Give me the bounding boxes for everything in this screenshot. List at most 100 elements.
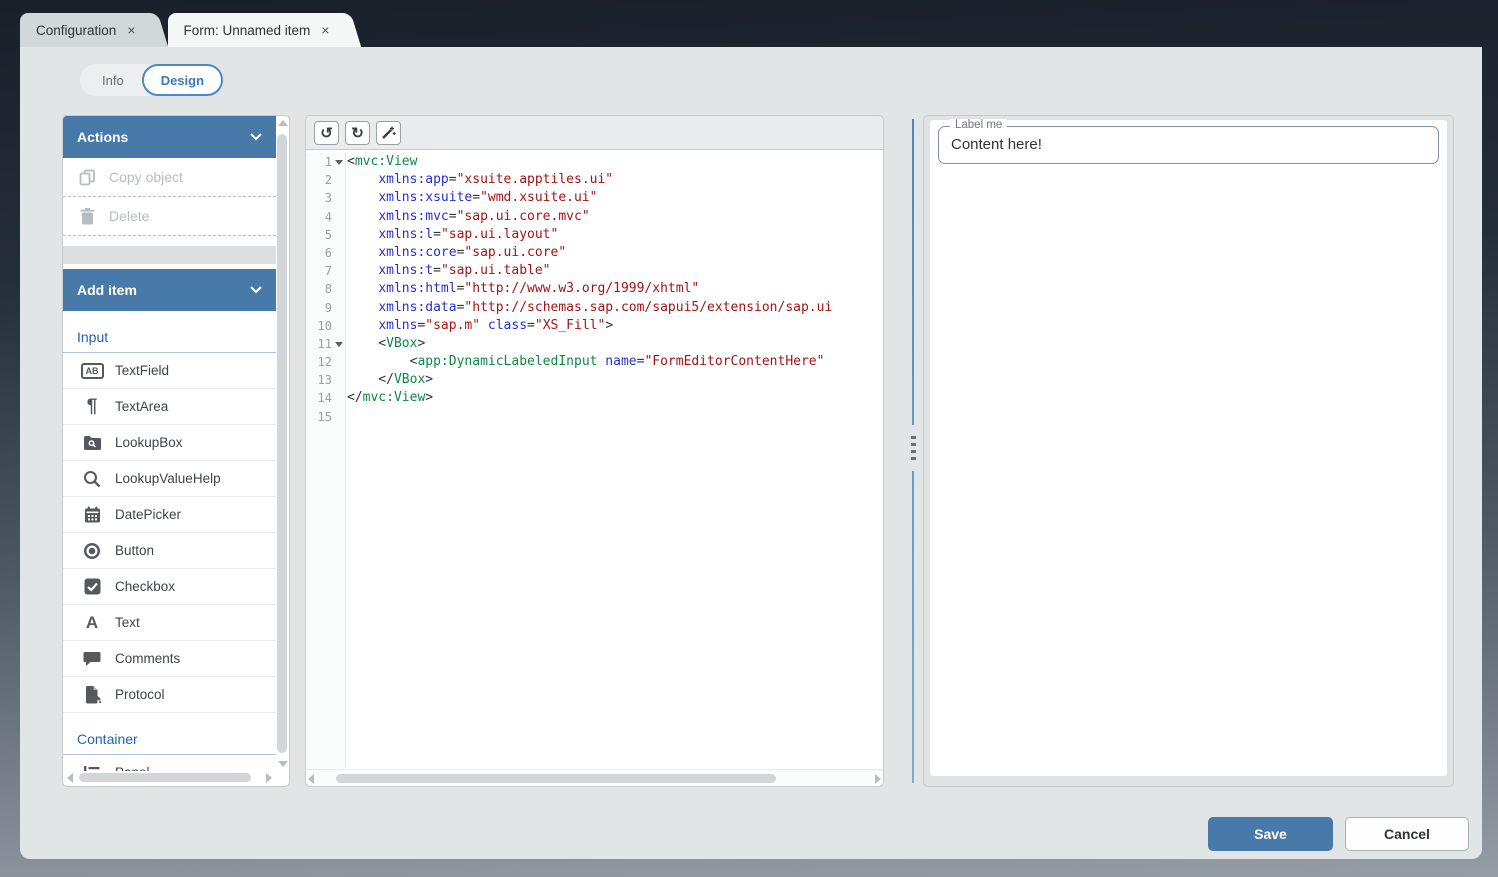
editor-horizontal-scrollbar[interactable] (306, 769, 883, 786)
lookupvaluehelp-icon (73, 470, 111, 488)
scrollbar-thumb[interactable] (79, 773, 251, 782)
redo-icon: ↻ (351, 124, 364, 142)
fold-caret-icon[interactable] (335, 160, 343, 165)
code-line (347, 408, 883, 426)
tab-bar: Configuration × Form: Unnamed item × (20, 13, 343, 47)
line-number: 13 (306, 371, 345, 389)
save-button[interactable]: Save (1208, 817, 1333, 851)
actions-section-header[interactable]: Actions (63, 116, 276, 158)
code-line: <app:DynamicLabeledInput name="FormEdito… (347, 353, 883, 371)
code-line: xmlns:l="sap.ui.layout" (347, 226, 883, 244)
text-icon: A (73, 614, 111, 631)
item-label: Comments (115, 651, 180, 666)
item-label: Button (115, 543, 154, 558)
auto-format-button[interactable] (376, 121, 401, 145)
sidebar-horizontal-scrollbar[interactable] (65, 771, 274, 784)
field-label: Label me (950, 119, 1007, 131)
code-area[interactable]: 123456789101112131415 <mvc:View xmlns:ap… (306, 149, 883, 786)
line-number: 3 (306, 189, 345, 207)
add-item-protocol[interactable]: Protocol (63, 677, 276, 713)
add-item-panel[interactable]: Panel (63, 755, 276, 771)
add-item-comments[interactable]: Comments (63, 641, 276, 677)
action-label: Copy object (109, 169, 183, 185)
magic-wand-icon (381, 125, 396, 140)
scroll-right-arrow-icon[interactable] (266, 773, 272, 783)
line-number: 7 (306, 262, 345, 280)
panel-splitter[interactable] (904, 115, 922, 787)
add-item-textarea[interactable]: ¶TextArea (63, 389, 276, 425)
add-item-text[interactable]: A Text (63, 605, 276, 641)
scrollbar-thumb[interactable] (336, 774, 776, 783)
item-label: LookupValueHelp (115, 471, 221, 486)
code-line: xmlns:mvc="sap.ui.core.mvc" (347, 208, 883, 226)
code-line: xmlns="sap.m" class="XS_Fill"> (347, 317, 883, 335)
section-label-container: Container (63, 725, 276, 755)
code-editor-panel: ↺ ↻ 123456789101112131415 <mvc:View xmln… (305, 115, 884, 787)
form-preview-panel: Label me Content here! (923, 115, 1454, 787)
add-item-datepicker[interactable]: DatePicker (63, 497, 276, 533)
add-item-lookupbox[interactable]: LookupBox (63, 425, 276, 461)
toggle-option-info[interactable]: Info (80, 73, 142, 88)
tab-form-unnamed-item[interactable]: Form: Unnamed item × (168, 13, 344, 47)
item-label: DatePicker (115, 507, 181, 522)
code-line: xmlns:xsuite="wmd.xsuite.ui" (347, 189, 883, 207)
add-item-button[interactable]: Button (63, 533, 276, 569)
code-line: <VBox> (347, 335, 883, 353)
code-line: <mvc:View (347, 153, 883, 171)
line-number: 12 (306, 353, 345, 371)
add-item-section-header[interactable]: Add item (63, 269, 276, 311)
code-line: </VBox> (347, 371, 883, 389)
scrollbar-thumb[interactable] (277, 134, 287, 753)
dynamic-labeled-input[interactable]: Label me Content here! (938, 126, 1439, 164)
actions-list: Copy object Delete (63, 158, 276, 236)
code-line: </mvc:View> (347, 389, 883, 407)
item-label: TextField (115, 363, 169, 378)
form-preview-canvas: Label me Content here! (930, 120, 1447, 776)
fold-caret-icon[interactable] (335, 342, 343, 347)
add-item-header-label: Add item (77, 282, 137, 298)
main-content: Info Design Actions Copy object Delete Ad… (20, 47, 1482, 859)
code-line: xmlns:data="http://schemas.sap.com/sapui… (347, 299, 883, 317)
item-label: Protocol (115, 687, 165, 702)
sidebar-vertical-scrollbar[interactable] (276, 118, 288, 769)
code-text[interactable]: <mvc:View xmlns:app="xsuite.apptiles.ui"… (347, 153, 883, 768)
scroll-left-arrow-icon[interactable] (308, 774, 314, 784)
action-delete[interactable]: Delete (63, 197, 276, 236)
editor-toolbar: ↺ ↻ (306, 116, 883, 149)
info-design-toggle: Info Design (80, 64, 223, 96)
item-label: Text (115, 615, 140, 630)
close-icon[interactable]: × (321, 23, 329, 37)
scroll-left-arrow-icon[interactable] (67, 773, 73, 783)
close-icon[interactable]: × (127, 23, 135, 37)
tab-configuration[interactable]: Configuration × (20, 13, 150, 47)
code-line: xmlns:core="sap.ui.core" (347, 244, 883, 262)
sidebar-scroll-area: Actions Copy objectDelete Add item Input… (63, 116, 276, 771)
actions-header-label: Actions (77, 129, 128, 145)
chevron-down-icon (250, 133, 262, 141)
line-number: 9 (306, 299, 345, 317)
chevron-down-icon (250, 286, 262, 294)
line-number: 5 (306, 226, 345, 244)
action-copy-object[interactable]: Copy object (63, 158, 276, 197)
datepicker-icon (73, 506, 111, 523)
scroll-down-arrow-icon[interactable] (278, 761, 288, 767)
add-item-checkbox[interactable]: Checkbox (63, 569, 276, 605)
trash-icon (77, 208, 97, 225)
add-item-textfield[interactable]: ABTextField (63, 353, 276, 389)
redo-button[interactable]: ↻ (345, 121, 370, 145)
sidebar-panel: Actions Copy objectDelete Add item Input… (62, 115, 290, 787)
scroll-right-arrow-icon[interactable] (875, 774, 881, 784)
sidebar-spacer (63, 246, 276, 264)
toggle-option-design[interactable]: Design (142, 64, 223, 96)
line-number: 8 (306, 280, 345, 298)
code-line: xmlns:app="xsuite.apptiles.ui" (347, 171, 883, 189)
field-value[interactable]: Content here! (951, 136, 1426, 153)
splitter-grip-icon[interactable] (907, 425, 919, 471)
undo-button[interactable]: ↺ (314, 121, 339, 145)
cancel-button[interactable]: Cancel (1345, 817, 1469, 851)
line-number: 10 (306, 317, 345, 335)
add-item-lookupvaluehelp[interactable]: LookupValueHelp (63, 461, 276, 497)
scroll-up-arrow-icon[interactable] (278, 120, 288, 126)
line-number: 1 (306, 153, 345, 171)
line-number: 4 (306, 208, 345, 226)
